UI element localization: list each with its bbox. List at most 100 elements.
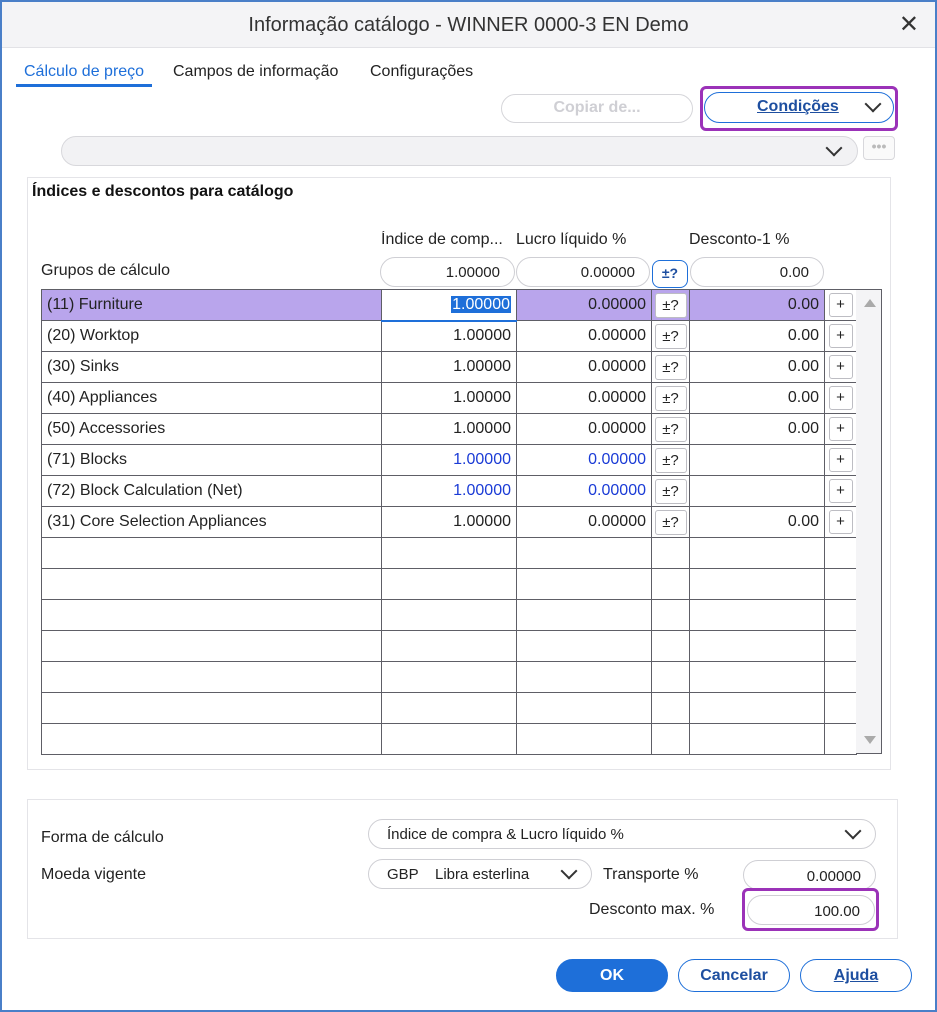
add-button[interactable]: + (828, 510, 853, 534)
empty-cell[interactable] (689, 692, 825, 724)
row-indice-cell[interactable]: 1.00000 (381, 289, 517, 322)
row-desconto-cell[interactable] (689, 475, 825, 507)
empty-table-row[interactable] (41, 692, 857, 724)
empty-cell[interactable] (516, 599, 652, 631)
add-button[interactable]: + (828, 324, 853, 348)
row-lucro-cell[interactable]: 0.00000 (516, 320, 652, 352)
help-button[interactable]: Ajuda (800, 959, 912, 992)
empty-cell[interactable] (689, 568, 825, 600)
empty-table-row[interactable] (41, 537, 857, 569)
row-desconto-cell[interactable]: 0.00 (689, 413, 825, 445)
empty-cell[interactable] (516, 630, 652, 662)
empty-cell[interactable] (41, 692, 382, 724)
row-indice-cell[interactable]: 1.00000 (381, 413, 517, 445)
row-group-name[interactable]: (72) Block Calculation (Net) (41, 475, 382, 507)
empty-table-row[interactable] (41, 661, 857, 693)
transport-input[interactable]: 0.00000 (743, 860, 876, 890)
header-desconto-input[interactable]: 0.00 (690, 257, 824, 287)
plus-minus-button[interactable]: ±? (654, 509, 687, 535)
empty-cell[interactable] (651, 599, 690, 631)
plus-minus-button[interactable]: ±? (654, 354, 687, 380)
row-lucro-cell[interactable]: 0.00000 (516, 475, 652, 507)
row-indice-cell[interactable]: 1.00000 (381, 475, 517, 507)
row-group-name[interactable]: (30) Sinks (41, 351, 382, 383)
row-lucro-cell[interactable]: 0.00000 (516, 444, 652, 476)
empty-cell[interactable] (381, 723, 517, 755)
add-button[interactable]: + (828, 386, 853, 410)
row-desconto-cell[interactable] (689, 444, 825, 476)
empty-cell[interactable] (41, 599, 382, 631)
plus-minus-button[interactable]: ±? (654, 416, 687, 442)
empty-cell[interactable] (381, 599, 517, 631)
currency-select[interactable]: GBP Libra esterlina (368, 859, 592, 889)
catalog-filter-select[interactable] (61, 136, 858, 166)
add-button[interactable]: + (828, 479, 853, 503)
empty-cell[interactable] (41, 568, 382, 600)
tab-price-calculation[interactable]: Cálculo de preço (16, 60, 153, 87)
empty-cell[interactable] (689, 537, 825, 569)
plus-minus-button[interactable]: ±? (654, 323, 687, 349)
table-row[interactable]: (31) Core Selection Appliances 1.00000 0.0… (41, 506, 857, 538)
scroll-down-icon[interactable] (864, 736, 876, 744)
plus-minus-button[interactable]: ±? (654, 385, 687, 411)
row-lucro-cell[interactable]: 0.00000 (516, 413, 652, 445)
row-desconto-cell[interactable]: 0.00 (689, 382, 825, 414)
table-row[interactable]: (72) Block Calculation (Net) 1.00000 0.000… (41, 475, 857, 507)
empty-cell[interactable] (824, 630, 857, 662)
close-icon[interactable]: ✕ (899, 10, 919, 39)
table-row[interactable]: (50) Accessories 1.00000 0.00000 ±? 0.00 + (41, 413, 857, 445)
row-indice-cell[interactable]: 1.00000 (381, 506, 517, 538)
table-row[interactable]: (11) Furniture 1.00000 0.00000 ±? 0.00 + (41, 289, 857, 322)
empty-cell[interactable] (651, 692, 690, 724)
more-options-button[interactable]: ••• (863, 136, 895, 160)
table-row[interactable]: (20) Worktop 1.00000 0.00000 ±? 0.00 + (41, 320, 857, 352)
empty-cell[interactable] (516, 537, 652, 569)
empty-cell[interactable] (824, 537, 857, 569)
row-group-name[interactable]: (20) Worktop (41, 320, 382, 352)
empty-cell[interactable] (651, 630, 690, 662)
add-button[interactable]: + (828, 293, 853, 317)
empty-cell[interactable] (381, 630, 517, 662)
table-row[interactable]: (30) Sinks 1.00000 0.00000 ±? 0.00 + (41, 351, 857, 383)
table-row[interactable]: (71) Blocks 1.00000 0.00000 ±? + (41, 444, 857, 476)
tab-info-fields[interactable]: Campos de informação (165, 60, 346, 87)
row-indice-cell[interactable]: 1.00000 (381, 382, 517, 414)
plus-minus-button[interactable]: ±? (654, 447, 687, 473)
empty-table-row[interactable] (41, 630, 857, 662)
add-button[interactable]: + (828, 417, 853, 441)
add-button[interactable]: + (828, 448, 853, 472)
conditions-button[interactable]: Condições (704, 92, 894, 123)
header-plus-minus-button[interactable]: ±? (652, 260, 688, 288)
empty-cell[interactable] (516, 661, 652, 693)
empty-table-row[interactable] (41, 568, 857, 600)
table-row[interactable]: (40) Appliances 1.00000 0.00000 ±? 0.00 + (41, 382, 857, 414)
empty-cell[interactable] (381, 537, 517, 569)
row-desconto-cell[interactable]: 0.00 (689, 289, 825, 321)
cancel-button[interactable]: Cancelar (678, 959, 790, 992)
empty-table-row[interactable] (41, 723, 857, 755)
row-indice-cell[interactable]: 1.00000 (381, 351, 517, 383)
row-desconto-cell[interactable]: 0.00 (689, 320, 825, 352)
empty-cell[interactable] (381, 661, 517, 693)
row-lucro-cell[interactable]: 0.00000 (516, 506, 652, 538)
header-lucro-input[interactable]: 0.00000 (516, 257, 650, 287)
row-group-name[interactable]: (40) Appliances (41, 382, 382, 414)
empty-cell[interactable] (516, 723, 652, 755)
row-group-name[interactable]: (31) Core Selection Appliances (41, 506, 382, 538)
empty-cell[interactable] (516, 692, 652, 724)
empty-cell[interactable] (824, 568, 857, 600)
empty-cell[interactable] (824, 661, 857, 693)
empty-cell[interactable] (516, 568, 652, 600)
add-button[interactable]: + (828, 355, 853, 379)
empty-cell[interactable] (41, 630, 382, 662)
empty-cell[interactable] (41, 661, 382, 693)
row-lucro-cell[interactable]: 0.00000 (516, 351, 652, 383)
empty-cell[interactable] (651, 537, 690, 569)
row-group-name[interactable]: (11) Furniture (41, 289, 382, 321)
empty-table-row[interactable] (41, 599, 857, 631)
table-scrollbar[interactable] (856, 289, 882, 754)
row-group-name[interactable]: (50) Accessories (41, 413, 382, 445)
empty-cell[interactable] (41, 723, 382, 755)
row-lucro-cell[interactable]: 0.00000 (516, 289, 652, 321)
empty-cell[interactable] (651, 568, 690, 600)
